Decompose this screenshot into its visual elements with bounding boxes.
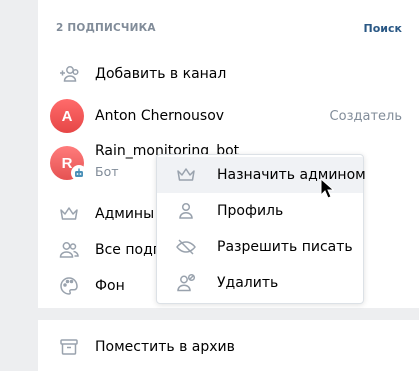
archive-icon [58,336,80,358]
archive-panel: Поместить в архив [38,320,419,371]
members-count-title: 2 ПОДПИСЧИКА [56,22,156,34]
search-link[interactable]: Поиск [364,22,402,35]
remove-user-icon [175,272,197,294]
crown-icon [175,164,197,186]
menu-item-label: Разрешить писать [217,239,353,255]
menu-item-allow-writing[interactable]: Разрешить писать [157,229,363,265]
menu-item-label: Удалить [217,275,279,291]
admins-label: Админы [95,206,155,222]
menu-item-label: Профиль [217,203,284,219]
members-header: 2 ПОДПИСЧИКА Поиск [56,20,402,36]
mouse-cursor-icon [320,178,334,199]
add-to-channel-label: Добавить в канал [95,66,227,82]
member-subtitle: Бот [95,164,119,179]
avatar: A [50,99,84,133]
menu-item-remove[interactable]: Удалить [157,265,363,301]
palette-icon [58,275,80,297]
add-user-icon [58,63,80,85]
member-name: Anton Chernousov [95,108,225,124]
crown-icon [58,203,80,225]
background-label: Фон [95,278,125,294]
add-to-channel-row[interactable]: Добавить в канал [38,56,419,92]
user-icon [175,200,197,222]
member-row[interactable]: A Anton Chernousov Создатель [38,98,419,134]
member-role: Создатель [329,108,402,124]
bot-badge-icon [71,165,87,181]
member-context-menu: Назначить админом Профиль Разрешить писа… [156,154,366,304]
eye-off-icon [175,236,197,258]
archive-row[interactable]: Поместить в архив [38,329,419,365]
archive-label: Поместить в архив [95,339,235,355]
users-icon [58,239,80,261]
menu-item-label: Назначить админом [217,167,366,183]
